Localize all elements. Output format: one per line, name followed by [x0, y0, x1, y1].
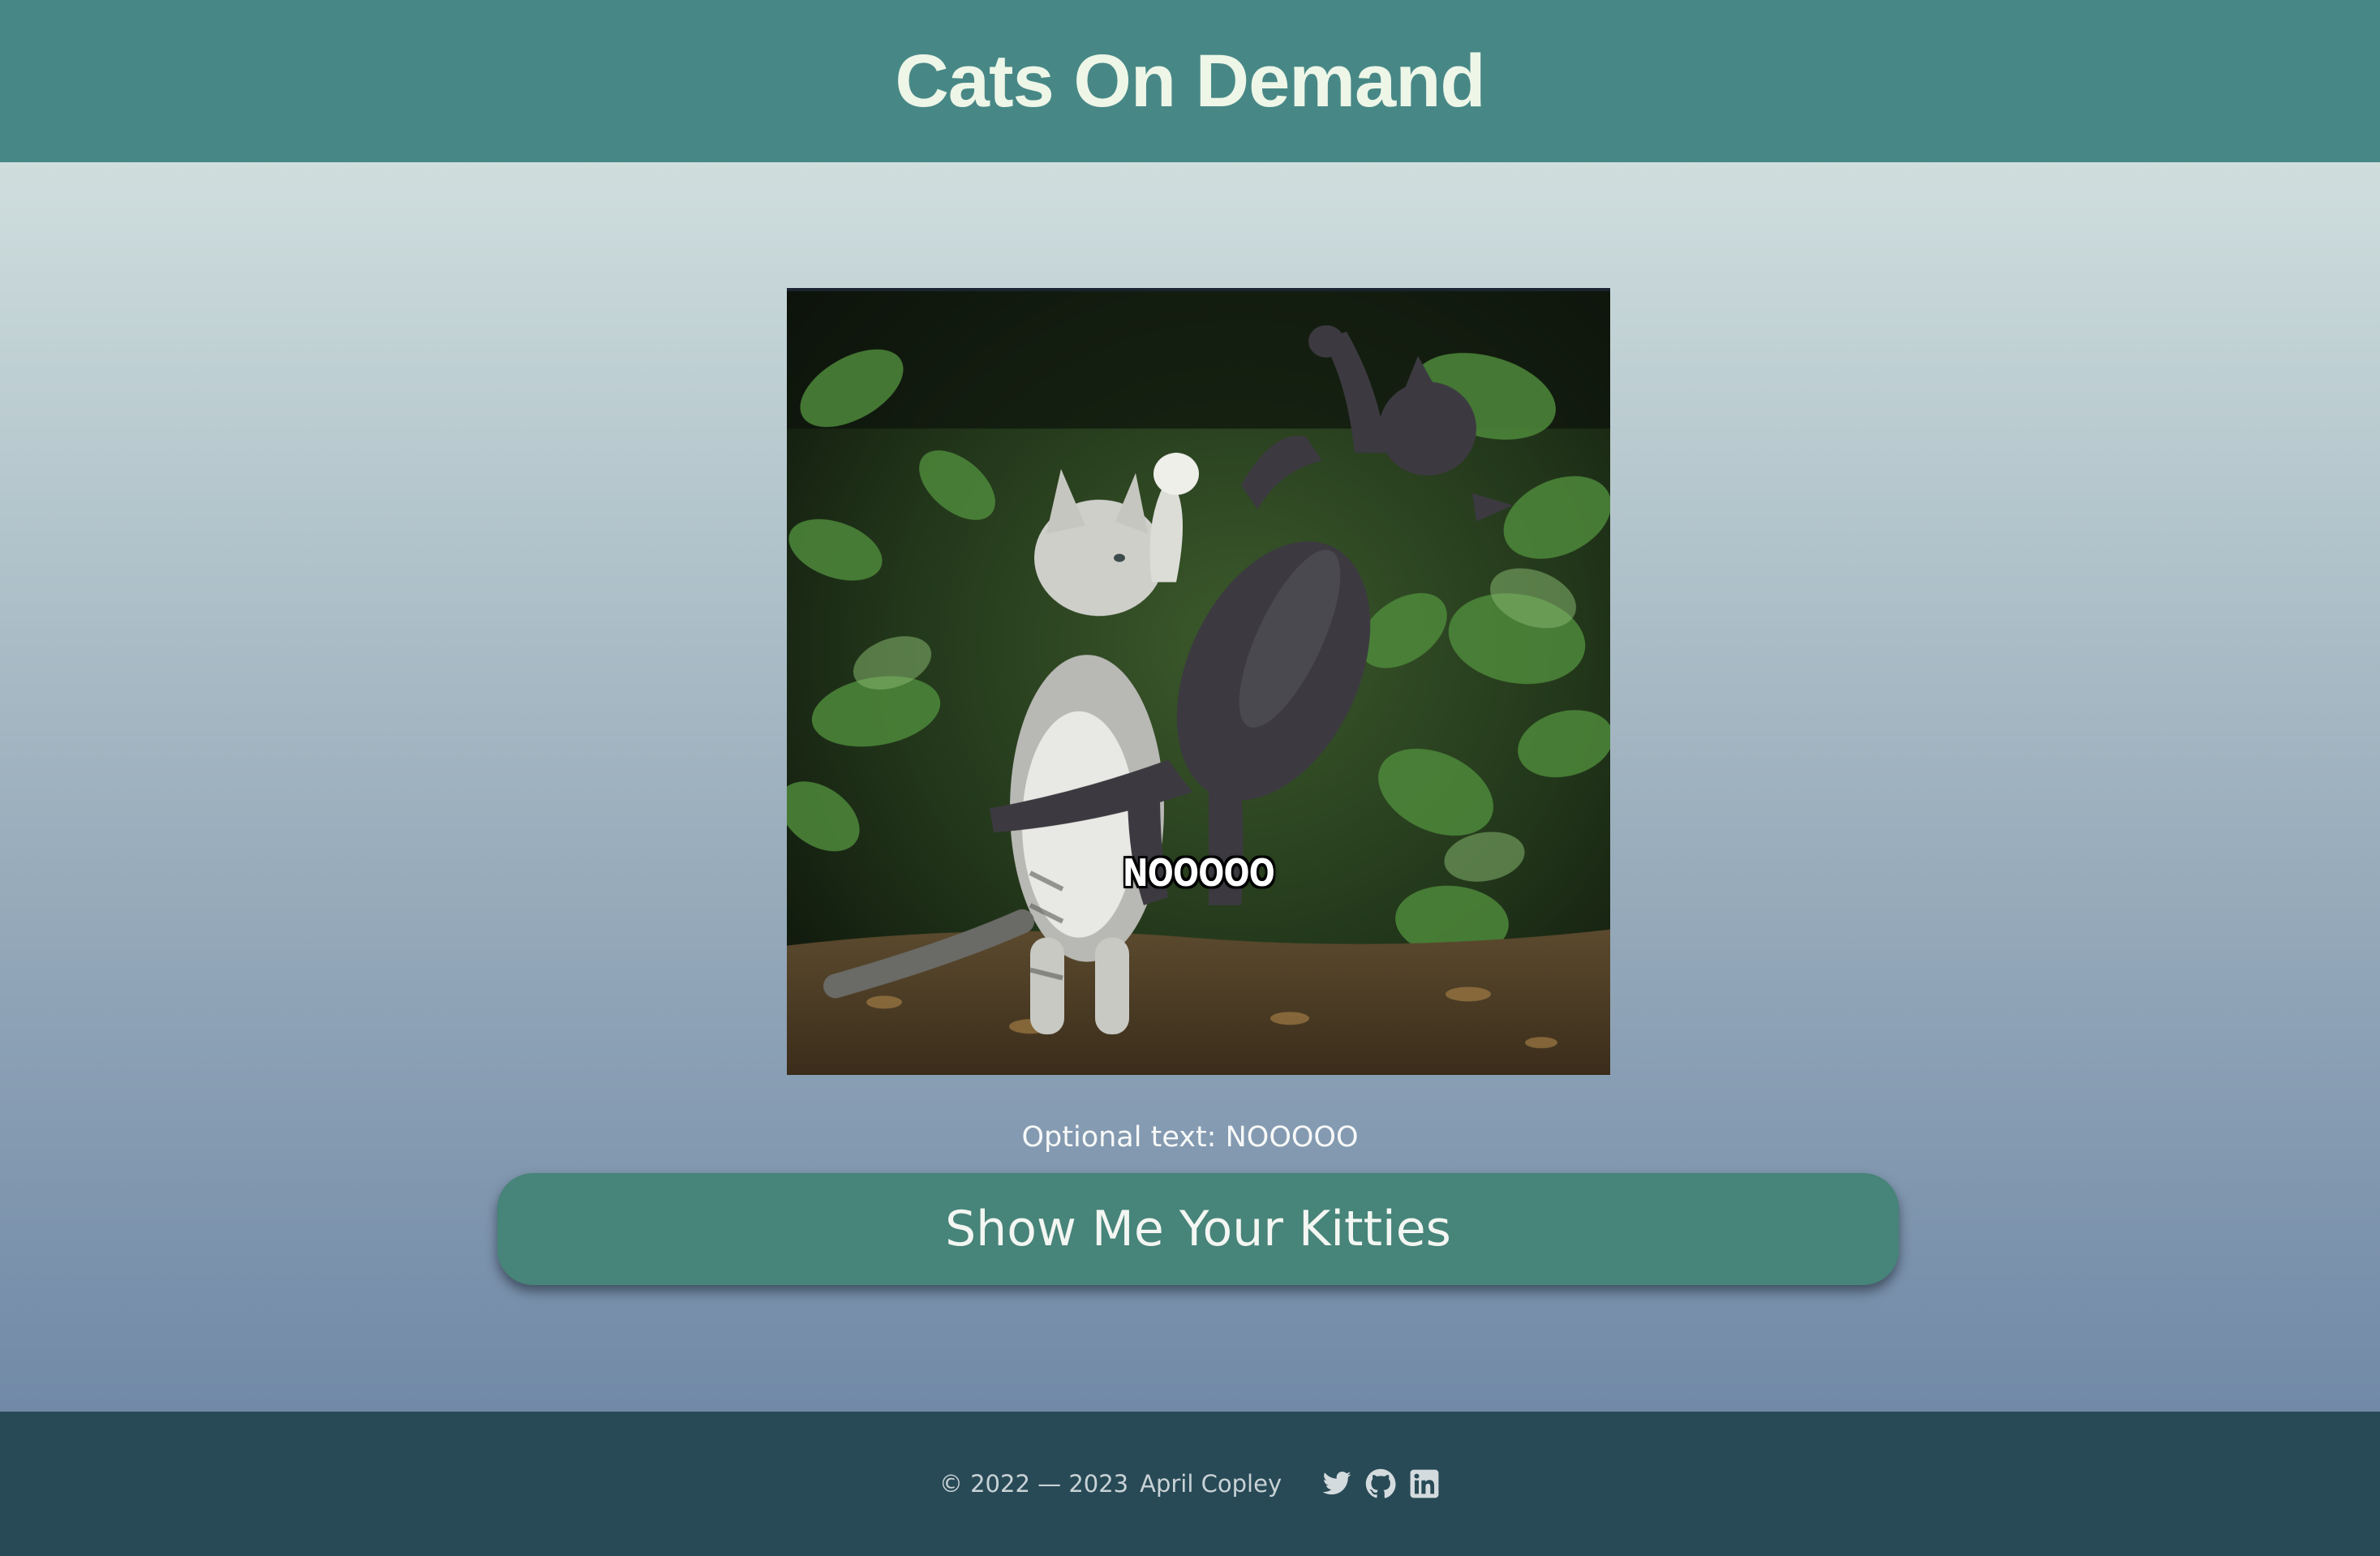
kittens-photo — [787, 291, 1610, 1075]
twitter-icon[interactable] — [1321, 1468, 1353, 1500]
linkedin-icon[interactable] — [1408, 1468, 1441, 1500]
social-links — [1321, 1468, 1441, 1500]
page-title: Cats On Demand — [895, 39, 1485, 123]
author-name: April Copley — [1140, 1470, 1282, 1498]
show-kitties-button[interactable]: Show Me Your Kitties — [497, 1173, 1899, 1285]
caption-text: Optional text: NOOOOO — [1021, 1121, 1359, 1154]
copyright-text: © 2022 — 2023 — [939, 1470, 1129, 1498]
site-header: Cats On Demand — [0, 0, 2380, 162]
github-icon[interactable] — [1364, 1468, 1397, 1500]
site-footer: © 2022 — 2023 April Copley — [0, 1412, 2380, 1556]
cat-image: NOOOOO — [787, 288, 1610, 1075]
meme-overlay-text: NOOOOO — [1123, 851, 1275, 895]
